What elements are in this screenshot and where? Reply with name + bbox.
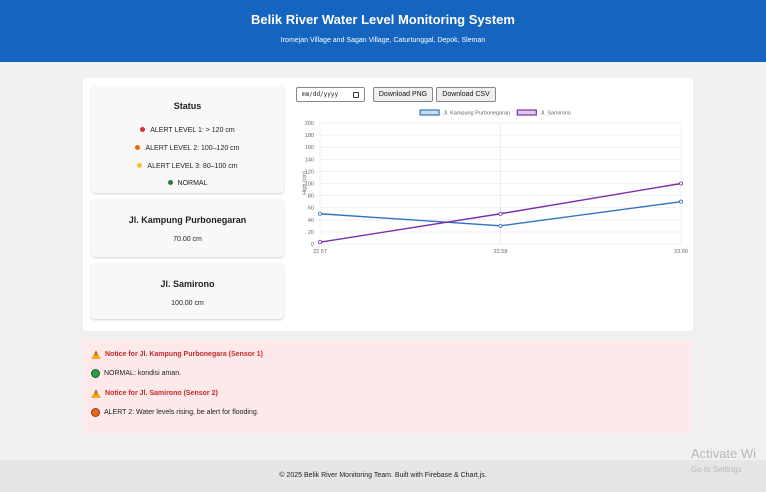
green-circle-icon	[91, 369, 100, 378]
notice-panel: ! Notice for Jl. Kampung Purbonegara (Se…	[83, 340, 693, 434]
notice-heading-sensor-1: ! Notice for Jl. Kampung Purbonegara (Se…	[91, 350, 263, 359]
orange-circle-icon	[91, 408, 100, 417]
status-title: Status	[173, 101, 202, 111]
data-point	[498, 211, 503, 216]
data-point	[678, 199, 683, 204]
data-point	[317, 211, 322, 216]
status-level-alert-2: ALERT LEVEL 2: 100–120 cm	[91, 144, 284, 152]
main-panel: Status ALERT LEVEL 1: > 120 cm ALERT LEV…	[83, 78, 693, 331]
status-level-alert-1: ALERT LEVEL 1: > 120 cm	[91, 126, 284, 134]
orange-dot-icon	[135, 144, 141, 150]
sensor-value: 100.00 cm	[171, 300, 204, 307]
data-point	[317, 240, 322, 245]
activation-watermark-sub: Go to Settings	[691, 465, 742, 474]
y-tick-label: 160	[305, 145, 314, 151]
download-png-button[interactable]: Download PNG	[373, 87, 433, 102]
status-card: Status ALERT LEVEL 1: > 120 cm ALERT LEV…	[91, 86, 284, 193]
yellow-dot-icon	[137, 162, 143, 168]
notice-message-sensor-2: ALERT 2: Water levels rising, be alert f…	[91, 408, 259, 417]
y-tick-label: 80	[308, 194, 314, 200]
green-dot-icon	[167, 179, 173, 185]
page-footer: © 2025 Belik River Monitoring Team. Buil…	[0, 460, 766, 492]
y-tick-label: 140	[305, 157, 314, 163]
page-subtitle: Iromejan Village and Sagan Village, Catu…	[280, 37, 486, 44]
calendar-icon[interactable]	[353, 92, 359, 98]
x-tick-label: 22.58	[494, 249, 508, 255]
download-csv-button[interactable]: Download CSV	[436, 87, 496, 102]
sensor-value: 70.00 cm	[173, 236, 202, 243]
sensor-card-purbonegaran: Jl. Kampung Purbonegaran 70.00 cm	[91, 199, 284, 257]
status-level-alert-3: ALERT LEVEL 3: 80–100 cm	[91, 162, 284, 170]
y-tick-label: 200	[305, 121, 314, 127]
legend-swatch-1	[419, 109, 440, 116]
page-title: Belik River Water Level Monitoring Syste…	[251, 12, 515, 27]
date-input[interactable]: mm/dd/yyyy	[296, 87, 365, 102]
x-tick-label: 23.00	[674, 249, 688, 255]
y-tick-label: 20	[308, 230, 314, 236]
notice-heading-sensor-2: ! Notice for Jl. Samirono (Sensor 2)	[91, 389, 218, 398]
chart-legend: Jl. Kampung Purbonegaran Jl. Samirono	[419, 109, 571, 117]
legend-swatch-2	[516, 109, 537, 116]
red-dot-icon	[140, 126, 146, 132]
y-axis-label: High (cm)	[302, 171, 308, 195]
notice-message-sensor-1: NORMAL: kondisi aman.	[91, 369, 181, 378]
warning-icon: !	[91, 350, 101, 359]
water-level-chart: Jl. Kampung Purbonegaran Jl. Samirono 0 20…	[302, 109, 688, 255]
y-tick-label: 60	[308, 206, 314, 212]
legend-label-2: Jl. Samirono	[540, 111, 571, 117]
activation-watermark: Activate Wi	[691, 446, 757, 461]
sensor-card-samirono: Jl. Samirono 100.00 cm	[91, 263, 284, 319]
y-tick-label: 40	[308, 218, 314, 224]
data-point	[498, 223, 503, 228]
data-point	[678, 181, 683, 186]
legend-label-1: Jl. Kampung Purbonegaran	[443, 111, 510, 117]
page-header: Belik River Water Level Monitoring Syste…	[0, 0, 766, 62]
status-level-normal: NORMAL	[91, 179, 284, 187]
x-tick-label: 22.57	[313, 249, 327, 255]
sensor-name: Jl. Samirono	[160, 279, 215, 289]
sensor-name: Jl. Kampung Purbonegaran	[128, 215, 247, 225]
y-tick-label: 0	[311, 242, 314, 248]
y-tick-label: 180	[305, 133, 314, 139]
warning-icon: !	[91, 389, 101, 398]
